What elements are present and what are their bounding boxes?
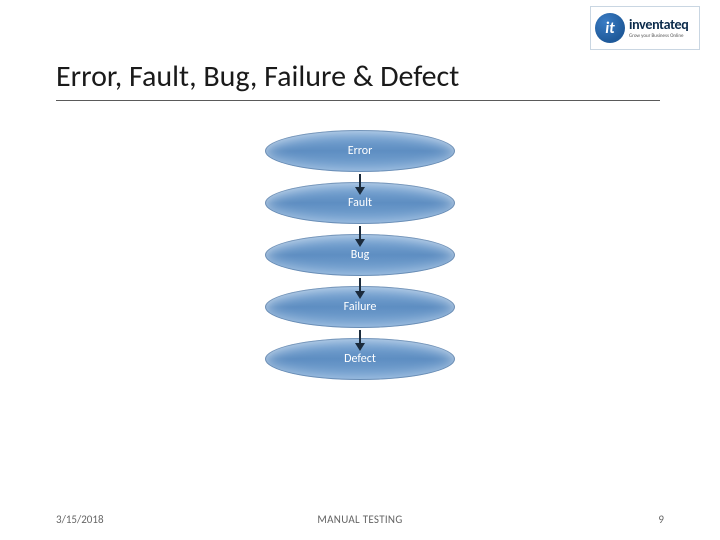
- flow-node-label: Defect: [344, 352, 376, 366]
- logo-text: inventateq Grow your Business Online: [629, 18, 688, 39]
- flow-node-label: Fault: [348, 196, 372, 210]
- logo-wordmark: inventateq: [629, 18, 688, 32]
- flow-node-label: Error: [348, 144, 373, 158]
- footer-date: 3/15/2018: [56, 513, 104, 526]
- flow-node: Error: [265, 130, 455, 172]
- logo-tagline: Grow your Business Online: [629, 34, 688, 39]
- logo-mark-icon: it: [595, 13, 625, 43]
- footer-title: MANUAL TESTING: [317, 513, 402, 526]
- slide-title: Error, Fault, Bug, Failure & Defect: [56, 58, 459, 95]
- logo-mark-letter: it: [605, 19, 614, 38]
- title-underline: [56, 100, 660, 101]
- flow-diagram: Error Fault Bug Failure Defect: [0, 130, 720, 380]
- flow-node-label: Bug: [351, 248, 369, 262]
- slide-footer: 3/15/2018 MANUAL TESTING 9: [0, 513, 720, 526]
- flow-node-label: Failure: [344, 300, 377, 314]
- brand-logo: it inventateq Grow your Business Online: [590, 6, 700, 50]
- footer-page-number: 9: [658, 513, 664, 526]
